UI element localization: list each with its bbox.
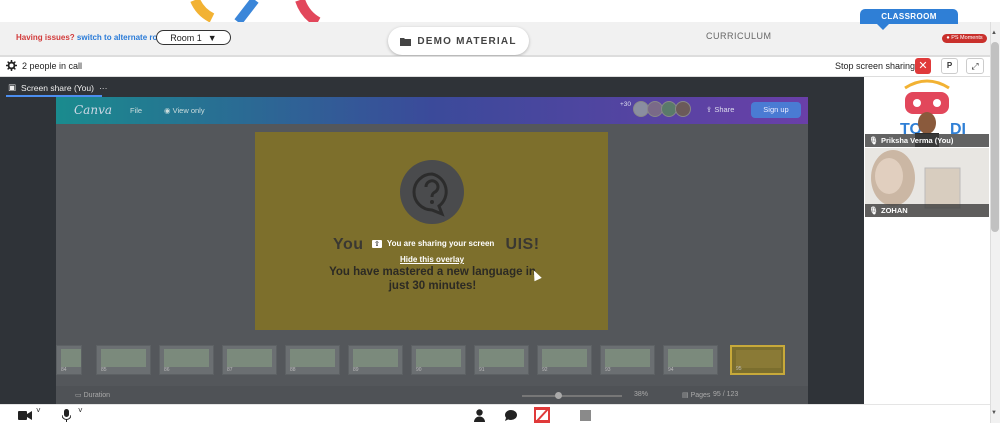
canva-view-only: ◉ View only xyxy=(164,106,205,115)
bottom-toolbar xyxy=(0,404,990,423)
pages-button[interactable]: ▤ Pages xyxy=(682,391,710,399)
room-select[interactable]: Room 1 ▼ xyxy=(156,30,231,45)
mic-icon: 🎙 xyxy=(869,206,879,215)
expand-icon[interactable]: ⤢ xyxy=(966,58,984,74)
more-icon[interactable]: ··· xyxy=(99,83,108,93)
stop-sharing-button[interactable]: Stop screen sharing xyxy=(835,61,915,71)
collaborator-avatar xyxy=(675,101,691,117)
slide-thumbnail[interactable]: 84 xyxy=(56,345,82,375)
tab-classroom[interactable]: CLASSROOM xyxy=(860,9,958,24)
mic-menu-chevron-icon[interactable]: ˅ xyxy=(78,406,83,415)
thumbnail-number: 91 xyxy=(479,367,485,373)
slide-thumbnail[interactable]: 89 xyxy=(348,345,403,375)
screen-share-label: Screen share (You) xyxy=(21,82,94,93)
thumbnail-number: 90 xyxy=(416,367,422,373)
slide-title-start: You xyxy=(333,236,364,253)
slide-thumbnail[interactable]: 90 xyxy=(411,345,466,375)
overlay-text: You are sharing your screen xyxy=(386,239,495,248)
thumbnail-number: 89 xyxy=(353,367,359,373)
sharing-overlay: ⇧ You are sharing your screen xyxy=(372,239,494,248)
collaborator-count: +30 xyxy=(620,101,632,108)
thumbnail-number: 88 xyxy=(290,367,296,373)
issues-label: Having issues? xyxy=(16,33,75,42)
participant-tile[interactable]: 🎙 ZOHAN xyxy=(865,148,989,217)
pin-button[interactable]: P xyxy=(941,58,958,74)
thumbnail-number: 84 xyxy=(61,367,67,373)
view-only-label: View only xyxy=(172,106,205,115)
slide-title-end: UIS! xyxy=(505,236,540,253)
header-decoration xyxy=(0,0,1000,22)
camera-menu-chevron-icon[interactable]: ˅ xyxy=(36,406,41,415)
participant-tile[interactable]: TOI DI 🎙 Priksha Verma (You) xyxy=(865,78,989,147)
dropdown-arrow-icon: ▼ xyxy=(207,32,217,43)
mic-icon[interactable] xyxy=(62,409,71,422)
close-share-button[interactable]: ✕ xyxy=(915,58,931,74)
scrollbar-thumb[interactable] xyxy=(991,42,999,232)
slide-thumbnail[interactable]: 94 xyxy=(663,345,718,375)
slide-thumbnail[interactable]: 86 xyxy=(159,345,214,375)
canva-share-button[interactable]: ⇪ Share xyxy=(706,105,734,114)
gear-icon[interactable] xyxy=(6,60,17,71)
screen-share-icon: ▣ xyxy=(8,82,17,92)
tab-screen-share[interactable]: ▣ Screen share (You) ··· xyxy=(8,82,107,93)
camera-icon[interactable] xyxy=(18,411,32,420)
slide-thumbnail[interactable]: 91 xyxy=(474,345,529,375)
slide-thumbnail[interactable]: 88 xyxy=(285,345,340,375)
canva-signup-button[interactable]: Sign up xyxy=(751,102,801,118)
scroll-up-icon[interactable]: ▲ xyxy=(991,30,997,36)
page-count: 95 / 123 xyxy=(713,391,739,398)
thumbnail-number: 95 xyxy=(736,366,742,372)
thumbnail-number: 93 xyxy=(605,367,611,373)
thumbnail-number: 94 xyxy=(668,367,674,373)
mic-icon: 🎙 xyxy=(869,136,879,145)
thumbnail-number: 87 xyxy=(227,367,233,373)
participant-name-text: Priksha Verma (You) xyxy=(881,136,954,145)
canva-logo: Canva xyxy=(74,103,112,117)
ps-moments-label: PS Moments xyxy=(951,35,983,41)
pages-label: Pages xyxy=(690,392,711,399)
chat-icon[interactable] xyxy=(505,410,517,421)
zoom-level: 38% xyxy=(634,391,649,398)
demo-material-button[interactable]: DEMO MATERIAL xyxy=(388,27,529,55)
tab-curriculum[interactable]: CURRICULUM xyxy=(706,31,772,41)
stop-icon[interactable] xyxy=(580,410,591,421)
zoom-slider-handle[interactable] xyxy=(555,392,562,399)
question-icon xyxy=(400,160,464,224)
person-icon[interactable] xyxy=(474,409,485,422)
slide-thumbnail[interactable]: 93 xyxy=(600,345,655,375)
whiteboard-icon[interactable] xyxy=(534,407,550,423)
hide-overlay-link[interactable]: Hide this overlay xyxy=(400,255,464,264)
connection-help: Having issues? switch to alternate room xyxy=(16,33,169,42)
screen-share-icon: ⇧ xyxy=(372,239,382,248)
participant-name: 🎙 ZOHAN xyxy=(865,204,989,217)
slide-thumbnail[interactable]: 92 xyxy=(537,345,592,375)
canva-file-menu[interactable]: File xyxy=(130,106,142,115)
thumbnail-number: 86 xyxy=(164,367,170,373)
slide-text: You have mastered a new language in just… xyxy=(329,266,536,292)
duration-button[interactable]: ▭ Duration xyxy=(75,391,110,399)
participant-name-text: ZOHAN xyxy=(881,206,908,215)
tab-indicator xyxy=(877,24,889,30)
slide-thumbnail[interactable]: 85 xyxy=(96,345,151,375)
people-count: 2 people in call xyxy=(22,61,83,71)
slide-thumbnail-selected[interactable]: 95 xyxy=(730,345,785,375)
thumbnail-number: 85 xyxy=(101,367,107,373)
participant-name: 🎙 Priksha Verma (You) xyxy=(865,134,989,147)
thumbnail-number: 92 xyxy=(542,367,548,373)
share-label: Share xyxy=(714,105,735,114)
duration-label: Duration xyxy=(83,392,111,399)
ps-moments-badge[interactable]: ● PS Moments xyxy=(942,34,987,43)
demo-material-label: DEMO MATERIAL xyxy=(417,35,517,47)
slide-thumbnail[interactable]: 87 xyxy=(222,345,277,375)
room-select-value: Room 1 xyxy=(170,32,202,43)
scroll-down-icon[interactable]: ▼ xyxy=(991,410,997,416)
folder-icon xyxy=(400,37,412,46)
zoom-slider[interactable] xyxy=(522,395,622,397)
